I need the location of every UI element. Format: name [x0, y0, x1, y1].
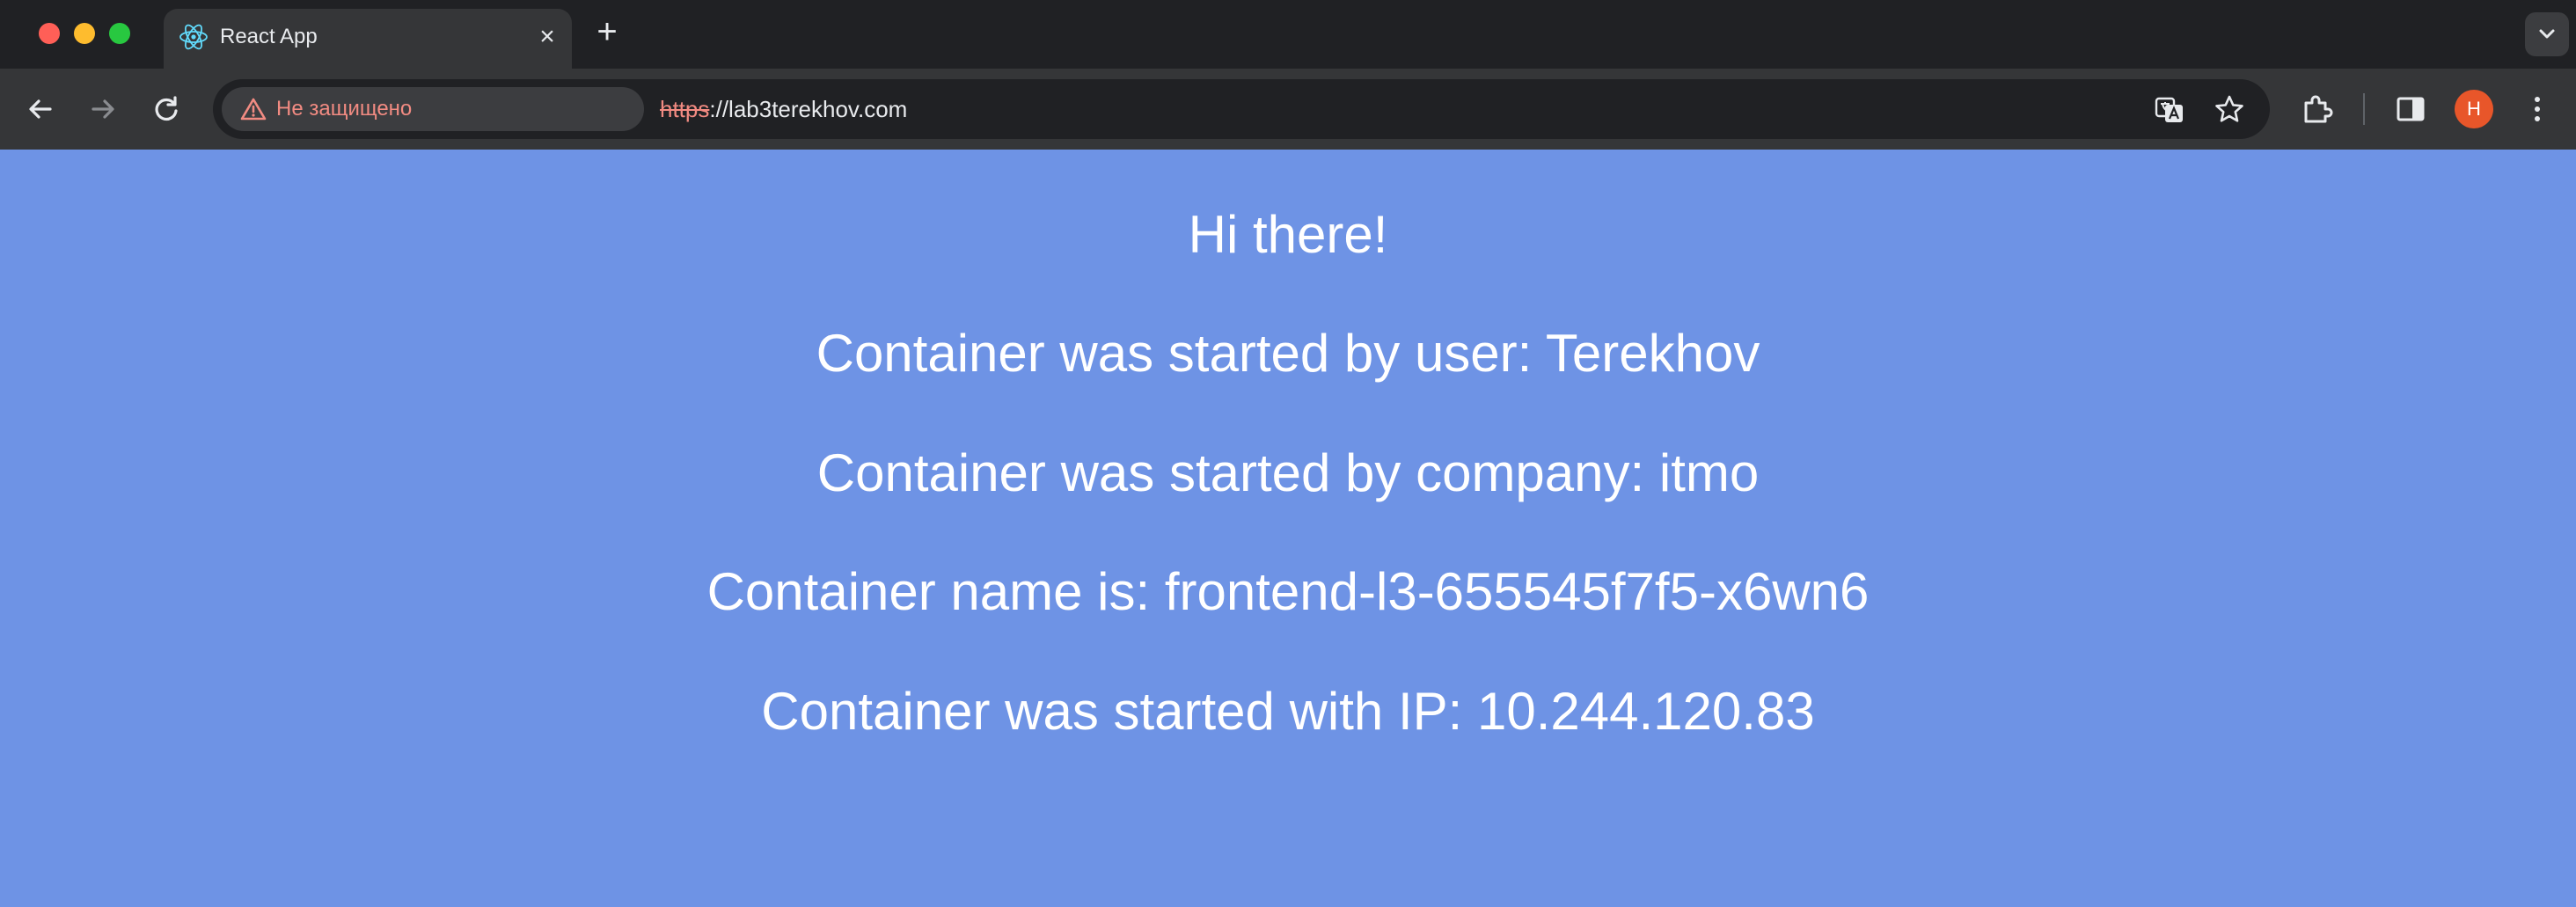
maximize-window-button[interactable]: [109, 23, 130, 44]
url-host: ://lab3terekhov.com: [709, 96, 908, 122]
side-panel-icon[interactable]: [2391, 90, 2430, 128]
close-window-button[interactable]: [39, 23, 60, 44]
security-chip[interactable]: Не защищено: [222, 87, 644, 131]
bookmark-star-icon[interactable]: [2214, 94, 2245, 126]
tab-react-app[interactable]: React App ×: [164, 9, 572, 69]
greeting-text: Hi there!: [1188, 205, 1388, 264]
tab-strip: React App × +: [0, 0, 2576, 69]
browser-window: React App × + Не защищено https://lab3te…: [0, 0, 2576, 907]
security-label: Не защищено: [276, 97, 413, 121]
chevron-down-icon: [2525, 12, 2569, 56]
extensions-puzzle-icon[interactable]: [2298, 90, 2337, 128]
container-name-text: Container name is: frontend-l3-655545f7f…: [706, 562, 1870, 621]
user-info-text: Container was started by user: Terekhov: [816, 324, 1760, 383]
page-content: Hi there! Container was started by user:…: [0, 150, 2576, 907]
company-info-text: Container was started by company: itmo: [816, 443, 1760, 502]
react-logo-icon: [178, 21, 209, 53]
more-options-icon[interactable]: [2518, 90, 2557, 128]
reload-icon: [147, 90, 186, 128]
forward-button[interactable]: [84, 90, 122, 128]
minimize-window-button[interactable]: [74, 23, 95, 44]
back-button[interactable]: [21, 90, 60, 128]
container-ip-text: Container was started with IP: 10.244.12…: [761, 682, 1815, 741]
address-bar[interactable]: Не защищено https://lab3terekhov.com: [213, 79, 2270, 139]
profile-avatar[interactable]: H: [2455, 90, 2493, 128]
reload-button[interactable]: [147, 90, 186, 128]
translate-icon[interactable]: [2154, 94, 2185, 126]
arrow-left-icon: [21, 90, 60, 128]
url-scheme: https: [660, 96, 710, 122]
warning-icon: [239, 97, 267, 121]
url-text[interactable]: https://lab3terekhov.com: [660, 79, 907, 139]
tab-close-icon[interactable]: ×: [533, 23, 561, 51]
new-tab-button[interactable]: +: [591, 14, 623, 49]
toolbar-divider: [2363, 93, 2365, 125]
arrow-right-icon: [84, 90, 122, 128]
browser-toolbar: Не защищено https://lab3terekhov.com H: [0, 69, 2576, 150]
tab-search-button[interactable]: [2525, 12, 2569, 56]
tab-title: React App: [220, 25, 318, 48]
